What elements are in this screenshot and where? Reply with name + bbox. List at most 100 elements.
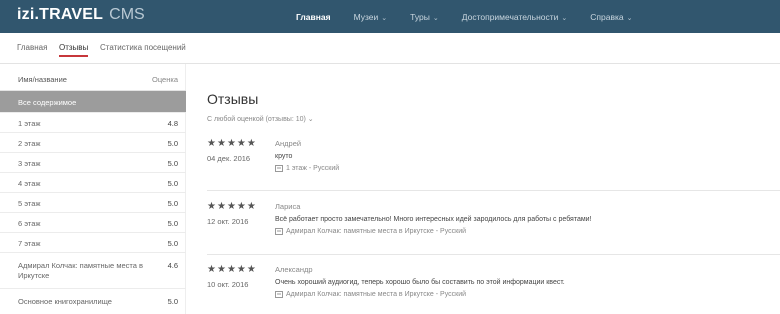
star-icon: ★: [226, 138, 236, 149]
content-sidebar: Имя/название Оценка Все содержимое 1 эта…: [0, 64, 186, 314]
star-icon: ★: [236, 138, 246, 149]
sidebar-header: Имя/название Оценка: [0, 64, 186, 91]
sidebar-item-label: 4 этаж: [18, 179, 41, 188]
sidebar-item-floor-2[interactable]: 2 этаж 5.0: [0, 133, 186, 153]
sidebar-item-rating: 5.0: [167, 179, 178, 188]
review-source-label: Адмирал Колчак: памятные места в Иркутск…: [286, 228, 467, 235]
sidebar-item-label: 5 этаж: [18, 199, 41, 208]
review-author: Андрей: [275, 139, 302, 148]
sidebar-item-label: 6 этаж: [18, 219, 41, 228]
star-icon: ★: [246, 264, 256, 275]
review-date: 12 окт. 2016: [207, 217, 249, 226]
review-text: круто: [275, 153, 293, 160]
sub-nav: Главная Отзывы Статистика посещений: [0, 33, 780, 64]
chevron-down-icon: ⌄: [561, 14, 568, 22]
review-text: Всё работает просто замечательно! Много …: [275, 216, 592, 223]
star-icon: ★: [246, 201, 256, 212]
rating-filter-dropdown[interactable]: С любой оценкой (отзывы: 10) ⌄: [207, 115, 314, 123]
chevron-down-icon: ⌄: [381, 14, 388, 22]
sidebar-item-label: 1 этаж: [18, 119, 41, 128]
top-nav: Главная Музеи ⌄ Туры ⌄ Достопримечательнос…: [296, 0, 656, 33]
sidebar-item-floor-5[interactable]: 5 этаж 5.0: [0, 193, 186, 213]
nav-sights-label: Достопримечательности: [461, 11, 559, 22]
review-source-label: Адмирал Колчак: памятные места в Иркутск…: [286, 291, 467, 298]
nav-tours-label: Туры: [410, 11, 430, 22]
star-icon: ★: [216, 138, 226, 149]
content-icon: [275, 228, 283, 235]
content-icon: [275, 165, 283, 172]
review-date: 10 окт. 2016: [207, 280, 249, 289]
review-item: ★ ★ ★ ★ ★ 10 окт. 2016 Александр Очень хорош…: [207, 265, 780, 309]
star-rating: ★ ★ ★ ★ ★: [207, 265, 257, 275]
chevron-down-icon: ⌄: [626, 14, 633, 22]
sidebar-item-label: Адмирал Колчак: памятные места в Иркутск…: [18, 261, 143, 280]
column-header-name[interactable]: Имя/название: [18, 75, 67, 84]
sidebar-item-label: 2 этаж: [18, 139, 41, 148]
nav-museums-label: Музеи: [353, 11, 379, 22]
star-icon: ★: [216, 264, 226, 275]
tab-home[interactable]: Главная: [17, 43, 47, 52]
star-icon: ★: [246, 138, 256, 149]
sidebar-item-floor-4[interactable]: 4 этаж 5.0: [0, 173, 186, 193]
sidebar-item-rating: 4.8: [167, 119, 178, 128]
star-icon: ★: [207, 138, 216, 149]
tab-reviews[interactable]: Отзывы: [59, 43, 89, 57]
nav-tours[interactable]: Туры ⌄: [410, 12, 439, 22]
sidebar-item-main-depository[interactable]: Основное книгохранилище 5.0: [0, 289, 186, 314]
review-item: ★ ★ ★ ★ ★ 04 дек. 2016 Андрей круто 1 этаж -…: [207, 139, 780, 183]
divider: [207, 254, 780, 255]
nav-home[interactable]: Главная: [296, 12, 331, 22]
page-title: Отзывы: [207, 91, 259, 107]
sidebar-item-rating: 5.0: [167, 199, 178, 208]
star-icon: ★: [236, 264, 246, 275]
sidebar-item-rating: 5.0: [167, 219, 178, 228]
nav-sights[interactable]: Достопримечательности ⌄: [462, 12, 568, 22]
reviews-panel: Отзывы С любой оценкой (отзывы: 10) ⌄ ★ ★…: [207, 64, 780, 314]
content-icon: [275, 291, 283, 298]
star-icon: ★: [236, 201, 246, 212]
nav-help-label: Справка: [590, 11, 624, 22]
brand-product: CMS: [109, 6, 145, 23]
tab-visit-stats[interactable]: Статистика посещений: [100, 43, 186, 52]
nav-home-label: Главная: [296, 11, 331, 22]
sidebar-item-rating: 5.0: [167, 139, 178, 148]
nav-help[interactable]: Справка ⌄: [590, 12, 632, 22]
star-rating: ★ ★ ★ ★ ★: [207, 139, 257, 149]
sidebar-item-kolchak-tour[interactable]: Адмирал Колчак: памятные места в Иркутск…: [0, 253, 186, 289]
review-text: Очень хороший аудиогид, теперь хорошо бы…: [275, 279, 565, 286]
sidebar-item-label: 7 этаж: [18, 239, 41, 248]
sidebar-item-rating: 5.0: [167, 239, 178, 248]
star-icon: ★: [226, 201, 236, 212]
top-bar: izi.TRAVEL CMS Главная Музеи ⌄ Туры ⌄ Дост…: [0, 0, 780, 33]
sidebar-item-floor-3[interactable]: 3 этаж 5.0: [0, 153, 186, 173]
star-icon: ★: [207, 201, 216, 212]
sidebar-item-label: 3 этаж: [18, 159, 41, 168]
brand-name: izi.TRAVEL: [17, 6, 104, 23]
sidebar-item-floor-6[interactable]: 6 этаж 5.0: [0, 213, 186, 233]
review-source[interactable]: 1 этаж - Русский: [275, 165, 339, 172]
divider: [207, 190, 780, 191]
review-date: 04 дек. 2016: [207, 154, 251, 163]
sidebar-item-label: Основное книгохранилище: [18, 297, 112, 306]
sidebar-item-floor-7[interactable]: 7 этаж 5.0: [0, 233, 186, 253]
review-source[interactable]: Адмирал Колчак: памятные места в Иркутск…: [275, 228, 466, 235]
sidebar-item-rating: 5.0: [167, 159, 178, 168]
review-item: ★ ★ ★ ★ ★ 12 окт. 2016 Лариса Всё работает п…: [207, 202, 780, 246]
sidebar-item-rating: 5.0: [167, 297, 178, 306]
brand-logo[interactable]: izi.TRAVEL CMS: [17, 6, 145, 28]
star-icon: ★: [216, 201, 226, 212]
sidebar-item-rating: 4.6: [167, 261, 178, 270]
sidebar-item-all-content[interactable]: Все содержимое: [0, 91, 186, 113]
star-rating: ★ ★ ★ ★ ★: [207, 202, 257, 212]
nav-museums[interactable]: Музеи ⌄: [354, 12, 388, 22]
chevron-down-icon: ⌄: [432, 14, 439, 22]
star-icon: ★: [207, 264, 216, 275]
star-icon: ★: [226, 264, 236, 275]
review-author: Александр: [275, 265, 313, 274]
sidebar-item-label: Все содержимое: [18, 98, 77, 107]
review-source[interactable]: Адмирал Колчак: памятные места в Иркутск…: [275, 291, 466, 298]
review-source-label: 1 этаж - Русский: [286, 165, 340, 172]
column-header-rating[interactable]: Оценка: [152, 75, 178, 84]
review-author: Лариса: [275, 202, 301, 211]
sidebar-item-floor-1[interactable]: 1 этаж 4.8: [0, 113, 186, 133]
